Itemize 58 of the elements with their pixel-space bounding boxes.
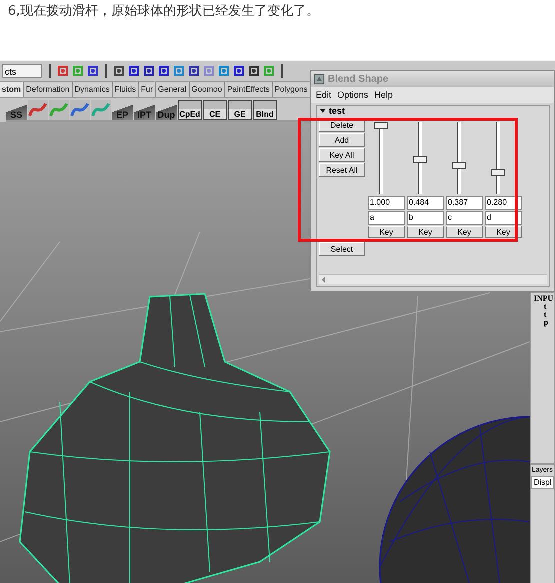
shelf-button[interactable]: GE: [228, 100, 252, 120]
action-button[interactable]: Reset All: [319, 163, 365, 177]
menu-item[interactable]: Edit: [316, 90, 332, 100]
value-field[interactable]: 0.387: [446, 196, 483, 210]
app-icon: [314, 74, 325, 84]
tool-icon[interactable]: [158, 65, 170, 77]
select-button[interactable]: Select: [319, 242, 365, 256]
tool-icon[interactable]: [248, 65, 260, 77]
tool-icon[interactable]: [128, 65, 140, 77]
value-field[interactable]: 0.484: [407, 196, 444, 210]
slider-thumb[interactable]: [413, 156, 427, 163]
name-field[interactable]: b: [407, 211, 444, 225]
tool-icon[interactable]: [87, 65, 99, 77]
value-field[interactable]: 0.280: [485, 196, 522, 210]
tool-icon[interactable]: [188, 65, 200, 77]
key-button[interactable]: Key: [485, 226, 522, 238]
channel-label: t: [543, 311, 548, 319]
section-title: test: [329, 106, 346, 116]
shelf-tab[interactable]: Fluids: [112, 82, 140, 97]
shelf-tab[interactable]: PaintEffects: [225, 82, 273, 97]
shelf-tab[interactable]: stom: [0, 82, 24, 97]
value-field[interactable]: 1.000: [368, 196, 405, 210]
scroll-left-icon[interactable]: [322, 276, 325, 282]
action-button[interactable]: Key All: [319, 148, 365, 162]
shelf-tool-icon[interactable]: [28, 100, 48, 120]
scrollbar[interactable]: [319, 274, 547, 284]
shelf-button[interactable]: CpEd: [178, 100, 202, 120]
shelf-tab[interactable]: Deformation: [24, 82, 73, 97]
action-button[interactable]: Add: [319, 133, 365, 147]
expand-arrow-icon[interactable]: [320, 109, 326, 113]
channel-label: p: [543, 319, 550, 327]
key-button[interactable]: Key: [446, 226, 483, 238]
shelf-tool-icon[interactable]: [70, 100, 90, 120]
tab[interactable]: Displ: [531, 476, 554, 489]
tool-icon[interactable]: [113, 65, 125, 77]
tool-icon[interactable]: [143, 65, 155, 77]
slider-thumb[interactable]: [452, 162, 466, 169]
menu-item[interactable]: Options: [338, 90, 369, 100]
key-button[interactable]: Key: [368, 226, 405, 238]
name-field[interactable]: a: [368, 211, 405, 225]
name-field[interactable]: d: [485, 211, 522, 225]
slider-thumb[interactable]: [491, 168, 505, 176]
shelf-tab[interactable]: General: [156, 82, 190, 97]
name-field[interactable]: c: [446, 211, 483, 225]
shelf-button[interactable]: Blnd: [253, 100, 277, 120]
menu-item[interactable]: Help: [374, 90, 394, 100]
slider-thumb[interactable]: [374, 122, 388, 129]
caption-text: 6,现在拨动滑杆，原始球体的形状已经发生了变化了。: [7, 3, 320, 21]
channel-label: INPU: [534, 295, 554, 303]
shelf-button[interactable]: CE: [203, 100, 227, 120]
key-button[interactable]: Key: [407, 226, 444, 238]
tool-icon[interactable]: [233, 65, 245, 77]
shelf-tab[interactable]: Fur: [139, 82, 156, 97]
shelf-tab[interactable]: Dynamics: [72, 82, 113, 97]
window-title: Blend Shape: [328, 74, 389, 84]
shelf-tab[interactable]: Goomoo: [190, 82, 226, 97]
input-field[interactable]: cts: [2, 64, 42, 78]
channel-label: t: [543, 303, 548, 311]
